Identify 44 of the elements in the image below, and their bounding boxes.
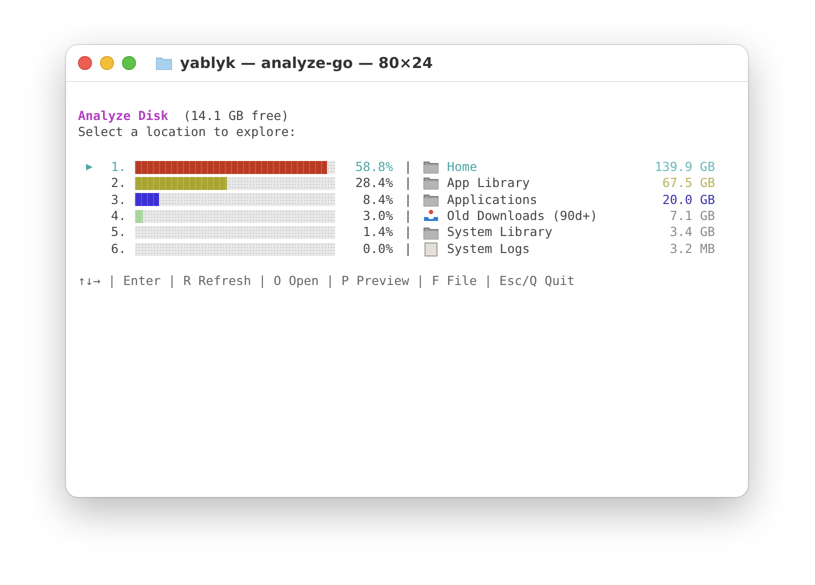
size-text: 7.1 GB bbox=[668, 208, 715, 224]
percent-text: 28.4% bbox=[354, 175, 393, 192]
size-text: 139.9 GB bbox=[654, 158, 715, 176]
row-number[interactable]: 2. bbox=[111, 175, 135, 192]
size-text: 3.4 GB bbox=[668, 224, 715, 241]
location-name[interactable]: System Logs bbox=[447, 240, 637, 258]
free-space: (14.1 GB free) bbox=[183, 108, 289, 123]
row-number[interactable]: 6. bbox=[111, 240, 135, 258]
percent-text: 3.0% bbox=[362, 208, 393, 224]
download-icon bbox=[423, 209, 439, 224]
separator: | bbox=[403, 192, 413, 208]
zoom-button[interactable] bbox=[122, 56, 136, 70]
folder-icon bbox=[423, 160, 439, 174]
folder-icon bbox=[423, 226, 439, 240]
close-button[interactable] bbox=[78, 56, 92, 70]
size-text: 67.5 GB bbox=[661, 175, 715, 192]
location-name[interactable]: App Library bbox=[447, 175, 637, 192]
key-hints: ↑↓→ | Enter | R Refresh | O Open | P Preview | F File | Esc/Q Quit bbox=[78, 273, 575, 288]
document-icon bbox=[423, 242, 439, 257]
pointer-icon: ▶ bbox=[86, 160, 93, 173]
folder-icon bbox=[156, 56, 172, 70]
minimize-button[interactable] bbox=[100, 56, 114, 70]
folder-icon bbox=[423, 192, 439, 207]
percent-text: 1.4% bbox=[362, 224, 393, 241]
row-number[interactable]: 3. bbox=[111, 192, 135, 208]
separator: | bbox=[403, 224, 413, 241]
separator: | bbox=[403, 175, 413, 192]
separator: | bbox=[403, 158, 413, 176]
location-name[interactable]: Old Downloads (90d+) bbox=[447, 208, 637, 224]
row-number[interactable]: 4. bbox=[111, 208, 135, 224]
location-name[interactable]: System Library bbox=[447, 224, 637, 241]
size-text: 3.2 MB bbox=[668, 240, 715, 258]
heading: Analyze Disk bbox=[78, 108, 168, 123]
row-number[interactable]: 5. bbox=[111, 224, 135, 241]
separator: | bbox=[403, 240, 413, 258]
size-text: 20.0 GB bbox=[661, 192, 715, 208]
percent-text: 8.4% bbox=[362, 192, 393, 208]
location-name[interactable]: Applications bbox=[447, 192, 637, 208]
prompt-text: Select a location to explore: bbox=[78, 124, 296, 140]
percent-text: 0.0% bbox=[362, 240, 393, 258]
separator: | bbox=[403, 208, 413, 224]
folder-icon bbox=[423, 176, 439, 190]
percent-text: 58.8% bbox=[354, 158, 393, 176]
window-title: yablyk — analyze-go — 80×24 bbox=[180, 54, 433, 72]
